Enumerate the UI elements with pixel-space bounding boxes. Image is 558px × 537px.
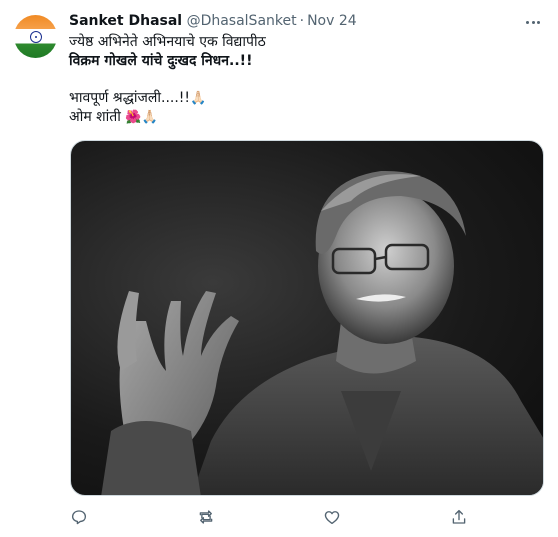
tweet-line-3: भावपूर्ण श्रद्धांजली....!!🙏🏻 bbox=[69, 90, 207, 106]
tweet-line-2: विक्रम गोखले यांचे दुःखद निधन..!! bbox=[69, 53, 253, 69]
share-icon[interactable] bbox=[448, 506, 470, 528]
author-handle[interactable]: @DhasalSanket bbox=[187, 13, 297, 29]
tweet-actions bbox=[0, 506, 558, 528]
author-name[interactable]: Sanket Dhasal bbox=[69, 13, 182, 29]
folded-hands-emoji: 🙏🏻 bbox=[190, 91, 207, 106]
avatar[interactable] bbox=[14, 15, 57, 58]
ashoka-chakra-icon bbox=[29, 30, 42, 43]
retweet-icon[interactable] bbox=[195, 506, 217, 528]
like-icon[interactable] bbox=[321, 506, 343, 528]
tweet-header: Sanket Dhasal @DhasalSanket · Nov 24 bbox=[69, 13, 357, 29]
tweet-photo[interactable] bbox=[70, 140, 544, 496]
tweet-text: ज्येष्ठ अभिनेते अभिनयाचे एक विद्यापीठ वि… bbox=[69, 33, 266, 127]
tweet-line-4: ओम शांती 🌺🙏🏻 bbox=[69, 109, 158, 125]
tweet-card[interactable]: Sanket Dhasal @DhasalSanket · Nov 24 ज्येष… bbox=[0, 0, 558, 537]
tweet-date[interactable]: Nov 24 bbox=[307, 13, 357, 29]
reply-icon[interactable] bbox=[68, 506, 90, 528]
header-separator: · bbox=[299, 13, 305, 29]
more-dots-icon[interactable] bbox=[522, 12, 544, 32]
tweet-line-1: ज्येष्ठ अभिनेते अभिनयाचे एक विद्यापीठ bbox=[69, 34, 266, 50]
flower-hands-emoji: 🌺🙏🏻 bbox=[125, 110, 158, 125]
portrait-photo-illustration bbox=[101, 170, 543, 495]
